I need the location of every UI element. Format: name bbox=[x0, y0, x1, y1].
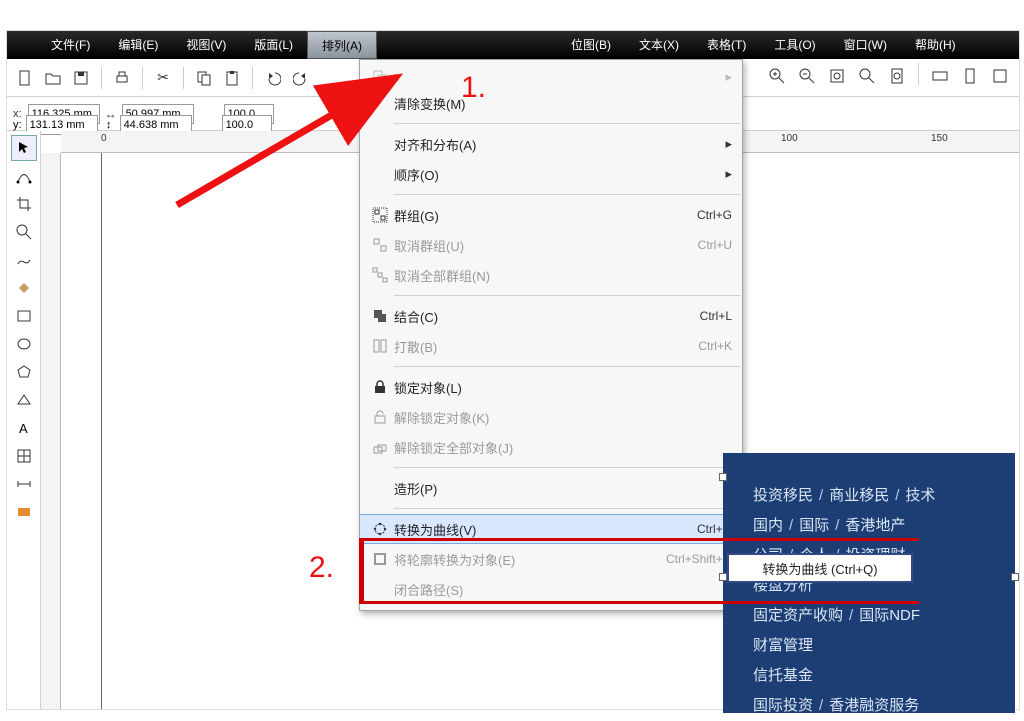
menu-help[interactable]: 帮助(H) bbox=[901, 31, 970, 59]
menubar: 文件(F) 编辑(E) 视图(V) 版面(L) 排列(A) 位图(B) 文本(X… bbox=[7, 31, 1019, 59]
ruler-tick: 0 bbox=[101, 133, 107, 144]
menu-group[interactable]: 群组(G) Ctrl+G bbox=[360, 200, 742, 230]
ungroup-all-icon bbox=[366, 267, 394, 283]
selected-text-object[interactable]: 投资移民/商业移民/技术 国内/国际/香港地产 公司/个人/投资理财 楼盘分析 … bbox=[723, 453, 1015, 713]
save-icon[interactable] bbox=[69, 66, 93, 90]
combine-icon bbox=[366, 308, 394, 324]
print-icon[interactable] bbox=[110, 66, 134, 90]
menu-view[interactable]: 视图(V) bbox=[172, 31, 240, 59]
shape-tool-icon[interactable] bbox=[11, 163, 37, 189]
ruler-tick: 150 bbox=[931, 133, 948, 144]
rectangle-tool-icon[interactable] bbox=[11, 303, 37, 329]
zoom-height-icon[interactable] bbox=[957, 63, 983, 89]
menu-bitmap[interactable]: 位图(B) bbox=[557, 31, 625, 59]
poster-line: 固定资产收购/国际NDF bbox=[753, 601, 1011, 631]
group-icon bbox=[366, 207, 394, 223]
dimension-tool-icon[interactable] bbox=[11, 471, 37, 497]
menu-table[interactable]: 表格(T) bbox=[693, 31, 760, 59]
menu-combine[interactable]: 结合(C) Ctrl+L bbox=[360, 301, 742, 331]
unlock-icon bbox=[366, 409, 394, 425]
menu-convert-to-curves[interactable]: 转换为曲线(V) Ctrl+Q bbox=[360, 514, 742, 544]
menu-clear-transform[interactable]: 清除变换(M) bbox=[360, 88, 742, 118]
menu-file[interactable]: 文件(F) bbox=[37, 31, 104, 59]
zoom-tool-icon[interactable] bbox=[11, 219, 37, 245]
menu-align-distribute[interactable]: 对齐和分布(A)▸ bbox=[360, 129, 742, 159]
annotation-number-2: 2. bbox=[309, 551, 334, 585]
open-icon[interactable] bbox=[41, 66, 65, 90]
menu-arrange[interactable]: 排列(A) bbox=[307, 31, 377, 59]
polygon-tool-icon[interactable] bbox=[11, 359, 37, 385]
new-icon[interactable] bbox=[13, 66, 37, 90]
y-label: y: bbox=[13, 119, 22, 131]
zoom-all-icon[interactable] bbox=[854, 63, 880, 89]
menu-window[interactable]: 窗口(W) bbox=[830, 31, 901, 59]
break-icon bbox=[366, 338, 394, 354]
menu-ungroup-all: 取消全部群组(N) bbox=[360, 260, 742, 290]
poster-line: 财富管理 bbox=[753, 631, 1011, 661]
ungroup-icon bbox=[366, 237, 394, 253]
menu-tools[interactable]: 工具(O) bbox=[760, 31, 829, 59]
paste-icon[interactable] bbox=[220, 66, 244, 90]
menu-layout[interactable]: 版面(L) bbox=[240, 31, 307, 59]
toolbox: A bbox=[7, 131, 41, 709]
menu-shaping[interactable]: 造形(P)▸ bbox=[360, 473, 742, 503]
menu-order[interactable]: 顺序(O)▸ bbox=[360, 159, 742, 189]
tooltip: 转换为曲线 (Ctrl+Q) bbox=[727, 553, 913, 583]
ruler-tick: 100 bbox=[781, 133, 798, 144]
zoom-in-icon[interactable] bbox=[764, 63, 790, 89]
height-icon: ↕ bbox=[102, 119, 116, 131]
interactive-tool-icon[interactable] bbox=[11, 499, 37, 525]
zoom-width-icon[interactable] bbox=[927, 63, 953, 89]
to-curve-icon bbox=[366, 521, 394, 537]
pick-tool-icon[interactable] bbox=[11, 135, 37, 161]
arrange-menu: ▸ 清除变换(M) 对齐和分布(A)▸ 顺序(O)▸ 群组(G) Ctrl+G … bbox=[359, 59, 743, 611]
menu-lock[interactable]: 锁定对象(L) bbox=[360, 372, 742, 402]
zoom-fit-icon[interactable] bbox=[987, 63, 1013, 89]
poster-line: 信托基金 bbox=[753, 661, 1011, 691]
menu-break: 打散(B) Ctrl+K bbox=[360, 331, 742, 361]
crop-tool-icon[interactable] bbox=[11, 191, 37, 217]
smartfill-tool-icon[interactable] bbox=[11, 275, 37, 301]
menu-outline-to-object: 将轮廓转换为对象(E) Ctrl+Shift+Q bbox=[360, 544, 742, 574]
menu-transform[interactable]: ▸ bbox=[360, 66, 742, 88]
undo-icon[interactable] bbox=[261, 66, 285, 90]
zoom-page-icon[interactable] bbox=[884, 63, 910, 89]
annotation-number-1: 1. bbox=[461, 71, 486, 105]
poster-line: 投资移民/商业移民/技术 bbox=[753, 481, 1011, 511]
zoom-toolbar bbox=[764, 63, 1013, 89]
redo-icon[interactable] bbox=[289, 66, 313, 90]
zoom-sel-icon[interactable] bbox=[824, 63, 850, 89]
transform-icon bbox=[366, 69, 394, 85]
lock-icon bbox=[366, 379, 394, 395]
table-tool-icon[interactable] bbox=[11, 443, 37, 469]
ruler-vertical bbox=[41, 153, 61, 709]
menu-unlock-all: 解除锁定全部对象(J) bbox=[360, 432, 742, 462]
menu-unlock: 解除锁定对象(K) bbox=[360, 402, 742, 432]
cut-icon[interactable]: ✂ bbox=[151, 66, 175, 90]
menu-ungroup: 取消群组(U) Ctrl+U bbox=[360, 230, 742, 260]
basic-shapes-icon[interactable] bbox=[11, 387, 37, 413]
menu-close-path: 闭合路径(S)▸ bbox=[360, 574, 742, 604]
poster-line: 国际投资/香港融资服务 bbox=[753, 691, 1011, 721]
zoom-out-icon[interactable] bbox=[794, 63, 820, 89]
svg-text:A: A bbox=[19, 421, 28, 436]
text-tool-icon[interactable]: A bbox=[11, 415, 37, 441]
unlock-all-icon bbox=[366, 439, 394, 455]
menu-text[interactable]: 文本(X) bbox=[625, 31, 693, 59]
freehand-tool-icon[interactable] bbox=[11, 247, 37, 273]
ellipse-tool-icon[interactable] bbox=[11, 331, 37, 357]
poster-line: 国内/国际/香港地产 bbox=[753, 511, 1011, 541]
menu-edit[interactable]: 编辑(E) bbox=[104, 31, 172, 59]
copy-icon[interactable] bbox=[192, 66, 216, 90]
page-edge bbox=[101, 153, 102, 709]
outline-obj-icon bbox=[366, 551, 394, 567]
